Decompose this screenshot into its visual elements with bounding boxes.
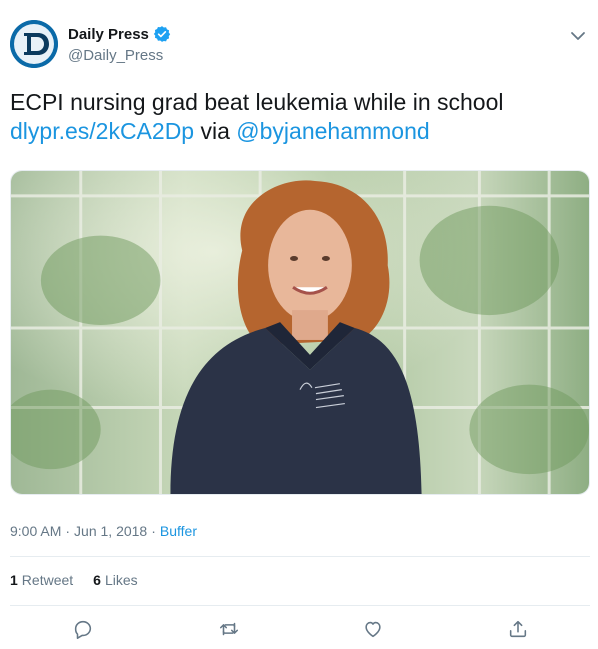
chevron-down-icon[interactable] bbox=[566, 24, 590, 48]
divider bbox=[10, 605, 590, 606]
mention-link[interactable]: @byjanehammond bbox=[236, 118, 429, 144]
reply-icon[interactable] bbox=[70, 616, 96, 642]
author-handle[interactable]: @Daily_Press bbox=[68, 46, 171, 66]
tweet-text-line: ECPI nursing grad beat leukemia while in… bbox=[10, 89, 504, 115]
tweet-date[interactable]: Jun 1, 2018 bbox=[74, 523, 147, 539]
retweets-stat[interactable]: 1 Retweet bbox=[10, 570, 73, 590]
author-display-name[interactable]: Daily Press bbox=[68, 26, 149, 43]
divider bbox=[10, 556, 590, 557]
share-icon[interactable] bbox=[505, 616, 531, 642]
via-text: via bbox=[194, 118, 237, 144]
tweet-header: Daily Press @Daily_Press bbox=[10, 14, 590, 74]
separator: · bbox=[65, 523, 71, 539]
tweet-time[interactable]: 9:00 AM bbox=[10, 523, 61, 539]
retweet-icon[interactable] bbox=[216, 616, 242, 642]
tweet-stats: 1 Retweet 6 Likes bbox=[10, 570, 158, 590]
likes-count: 6 bbox=[93, 572, 101, 588]
retweets-label: Retweet bbox=[21, 572, 74, 588]
tweet-actions bbox=[10, 612, 590, 646]
photo-icon bbox=[11, 171, 589, 494]
separator: · bbox=[151, 523, 156, 539]
tweet-link[interactable]: dlypr.es/2kCA2Dp bbox=[10, 118, 194, 144]
retweets-count: 1 bbox=[10, 572, 18, 588]
likes-stat[interactable]: 6 Likes bbox=[93, 570, 137, 590]
verified-badge-icon bbox=[153, 25, 171, 43]
tweet-timestamp: 9:00 AM · Jun 1, 2018 · Buffer bbox=[10, 521, 197, 541]
tweet-text: ECPI nursing grad beat leukemia while in… bbox=[10, 88, 590, 146]
author-avatar[interactable] bbox=[10, 20, 58, 68]
likes-label: Likes bbox=[104, 572, 138, 588]
tweet-source[interactable]: Buffer bbox=[160, 523, 197, 539]
daily-press-logo-icon bbox=[10, 20, 58, 68]
tweet-photo[interactable] bbox=[10, 170, 590, 495]
heart-icon[interactable] bbox=[360, 616, 386, 642]
